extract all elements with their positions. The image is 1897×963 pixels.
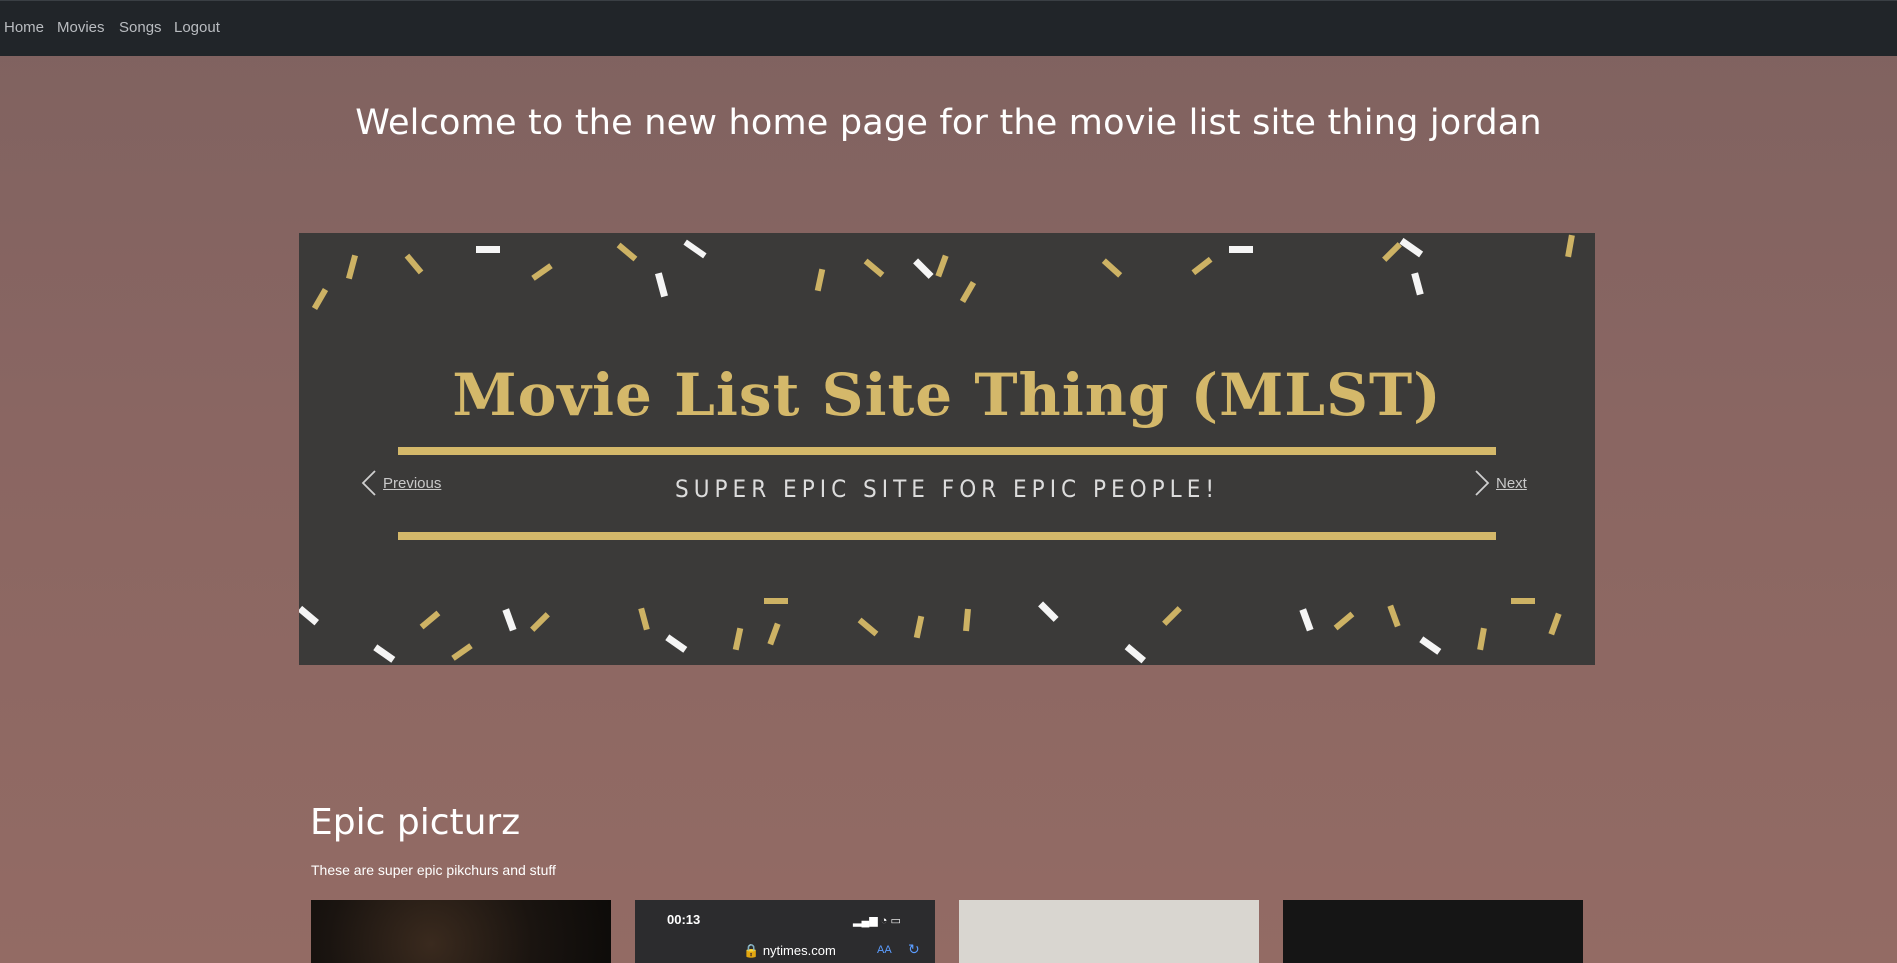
- nav-movies-link[interactable]: Movies: [57, 19, 105, 36]
- nav-home-link[interactable]: Home: [4, 19, 44, 36]
- gold-divider-top: [398, 447, 1496, 455]
- chevron-left-icon: [361, 470, 376, 496]
- carousel-previous-label: Previous: [383, 474, 442, 492]
- carousel-previous-button[interactable]: Previous: [361, 469, 441, 497]
- signal-icon: ▂▄▆ ◔ ▭: [853, 915, 901, 927]
- nav-logout-link[interactable]: Logout: [174, 19, 220, 36]
- hero-carousel: Movie List Site Thing (MLST) SUPER EPIC …: [299, 233, 1595, 665]
- phone-time-label: 00:13: [667, 912, 701, 927]
- carousel-slide-title: Movie List Site Thing (MLST): [452, 361, 1442, 429]
- gallery-image-4[interactable]: [1283, 900, 1583, 963]
- carousel-slide-subtitle: SUPER EPIC SITE FOR EPIC PEOPLE!: [675, 475, 1219, 503]
- gallery-image-2[interactable]: 00:13 ▂▄▆ ◔ ▭ 🔒 nytimes.com AA ↻: [635, 900, 935, 963]
- gold-divider-bottom: [398, 532, 1496, 540]
- phone-aa-label: AA: [877, 944, 892, 956]
- top-navbar: Home Movies Songs Logout: [0, 0, 1897, 56]
- gallery-image-3[interactable]: [959, 900, 1259, 963]
- carousel-next-button[interactable]: Next: [1474, 469, 1527, 497]
- reload-icon: ↻: [908, 941, 920, 957]
- gallery-subtitle: These are super epic pikchurs and stuff: [311, 862, 556, 878]
- nav-songs-link[interactable]: Songs: [119, 19, 162, 36]
- phone-url-label: 🔒 nytimes.com: [743, 943, 836, 958]
- chevron-right-icon: [1475, 470, 1490, 496]
- gallery-image-1[interactable]: [311, 900, 611, 963]
- carousel-next-label: Next: [1496, 474, 1527, 492]
- gallery-title: Epic picturz: [310, 802, 521, 843]
- page-title: Welcome to the new home page for the mov…: [355, 103, 1542, 143]
- phone-url-text: nytimes.com: [762, 943, 836, 958]
